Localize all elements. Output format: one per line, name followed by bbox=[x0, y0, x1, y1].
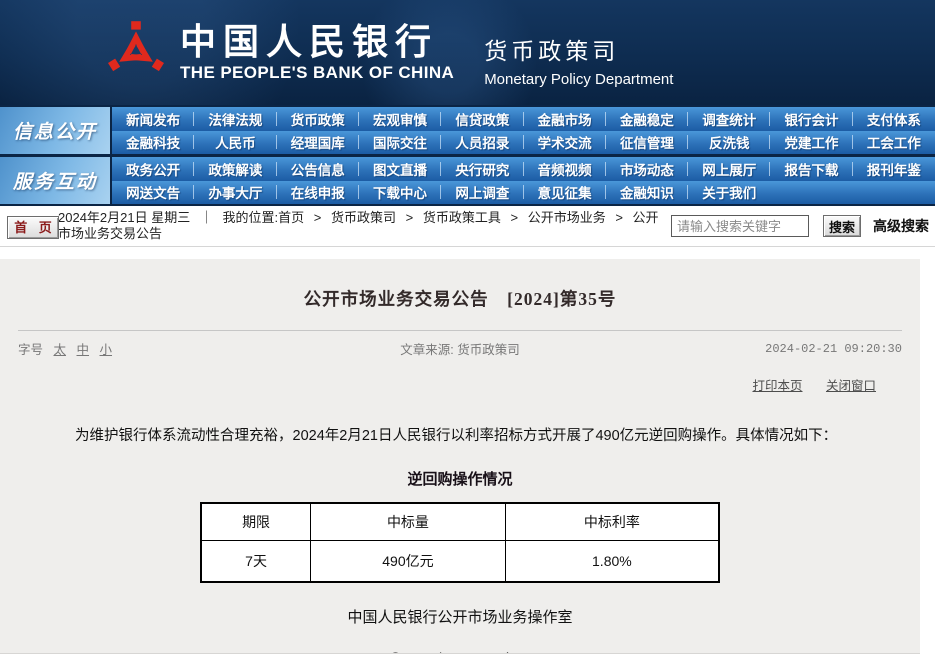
col-header-volume: 中标量 bbox=[310, 502, 506, 541]
nav-row: 金融科技 人民币 经理国库 国际交往 人员招录 学术交流 征信管理 反洗钱 党建… bbox=[112, 130, 935, 155]
home-button[interactable]: 首 页 bbox=[7, 216, 59, 239]
nav-item-feedback[interactable]: 意见征集 bbox=[524, 181, 607, 205]
nav-item-credit-reporting[interactable]: 征信管理 bbox=[606, 131, 689, 155]
nav-row: 政务公开 政策解读 公告信息 图文直播 央行研究 音频视频 市场动态 网上展厅 … bbox=[112, 157, 935, 181]
nav-item-macroprudential[interactable]: 宏观审慎 bbox=[359, 107, 442, 131]
page-title: 公开市场业务交易公告 [2024]第35号 bbox=[303, 289, 617, 309]
breadcrumb-bar: 首 页 2024年2月21日 星期三 ｜ 我的位置:首页 > 货币政策司 > 货… bbox=[0, 210, 935, 247]
font-size-medium-link[interactable]: 中 bbox=[77, 343, 90, 357]
breadcrumb-link-dept[interactable]: 货币政策司 bbox=[331, 210, 396, 225]
font-size-small-link[interactable]: 小 bbox=[100, 343, 113, 357]
nav-item-online-gallery[interactable]: 网上展厅 bbox=[688, 157, 771, 181]
nav-item-party-building[interactable]: 党建工作 bbox=[770, 131, 853, 155]
current-date: 2024年2月21日 星期三 bbox=[58, 210, 191, 225]
cell-rate: 1.80% bbox=[504, 539, 720, 583]
nav-item-labor-union[interactable]: 工会工作 bbox=[853, 131, 935, 155]
breadcrumb: 2024年2月21日 星期三 ｜ 我的位置:首页 > 货币政策司 > 货币政策工… bbox=[58, 210, 667, 242]
breadcrumb-separator: > bbox=[510, 210, 519, 225]
nav-item-report-download[interactable]: 报告下载 bbox=[770, 157, 853, 181]
nav-band-services: 服务互动 政务公开 政策解读 公告信息 图文直播 央行研究 音频视频 市场动态 … bbox=[0, 157, 935, 204]
nav-item-announcements[interactable]: 公告信息 bbox=[277, 157, 360, 181]
nav-item-financial-markets[interactable]: 金融市场 bbox=[524, 107, 607, 131]
page-body: 公开市场业务交易公告 [2024]第35号 字号 太 中 小 文章来源: 货币政… bbox=[0, 247, 935, 654]
article-source: 文章来源: 货币政策司 bbox=[400, 343, 520, 357]
search-button[interactable]: 搜索 bbox=[823, 215, 861, 237]
article-actions: 打印本页 关闭窗口 bbox=[0, 375, 876, 394]
print-page-link[interactable]: 打印本页 bbox=[752, 379, 802, 393]
nav-item-document-delivery[interactable]: 网送文告 bbox=[112, 181, 195, 205]
cell-term: 7天 bbox=[200, 539, 312, 583]
nav-item-download-center[interactable]: 下载中心 bbox=[359, 181, 442, 205]
divider: ｜ bbox=[199, 210, 213, 225]
nav-item-laws[interactable]: 法律法规 bbox=[194, 107, 277, 131]
department-name-en: Monetary Policy Department bbox=[484, 70, 674, 88]
breadcrumb-link-tools[interactable]: 货币政策工具 bbox=[423, 210, 501, 225]
nav-item-gov-affairs[interactable]: 政务公开 bbox=[112, 157, 195, 181]
breadcrumb-separator: > bbox=[313, 210, 322, 225]
font-size-large-link[interactable]: 太 bbox=[54, 343, 67, 357]
divider bbox=[18, 330, 902, 331]
article-datetime: 2024-02-21 09:20:30 bbox=[765, 341, 902, 356]
nav-item-anti-money-laundering[interactable]: 反洗钱 bbox=[688, 131, 771, 155]
nav-row: 新闻发布 法律法规 货币政策 宏观审慎 信贷政策 金融市场 金融稳定 调查统计 … bbox=[112, 107, 935, 131]
main-nav: 信息公开 新闻发布 法律法规 货币政策 宏观审慎 信贷政策 金融市场 金融稳定 … bbox=[0, 105, 935, 206]
nav-item-recruitment[interactable]: 人员招录 bbox=[441, 131, 524, 155]
nav-item-fintech[interactable]: 金融科技 bbox=[112, 131, 195, 155]
breadcrumb-location-label: 我的位置:首页 bbox=[222, 210, 305, 225]
nav-item-payment-system[interactable]: 支付体系 bbox=[853, 107, 935, 131]
nav-item-renminbi[interactable]: 人民币 bbox=[194, 131, 277, 155]
nav-item-research[interactable]: 央行研究 bbox=[441, 157, 524, 181]
close-window-link[interactable]: 关闭窗口 bbox=[826, 379, 876, 393]
advanced-search-link[interactable]: 高级搜索 bbox=[873, 216, 929, 236]
nav-row: 网送文告 办事大厅 在线申报 下载中心 网上调查 意见征集 金融知识 关于我们 bbox=[112, 180, 935, 205]
cell-volume: 490亿元 bbox=[310, 539, 506, 583]
pboc-logo-icon bbox=[104, 19, 168, 86]
site-banner: 中国人民银行 THE PEOPLE'S BANK OF CHINA 货币政策司 … bbox=[0, 0, 935, 105]
nav-item-about-us[interactable]: 关于我们 bbox=[688, 181, 770, 205]
col-header-term: 期限 bbox=[200, 502, 312, 541]
nav-item-market-trends[interactable]: 市场动态 bbox=[606, 157, 689, 181]
nav-item-service-hall[interactable]: 办事大厅 bbox=[194, 181, 277, 205]
nav-item-periodicals[interactable]: 报刊年鉴 bbox=[853, 157, 935, 181]
nav-item-financial-stability[interactable]: 金融稳定 bbox=[606, 107, 689, 131]
nav-item-online-survey[interactable]: 网上调查 bbox=[441, 181, 524, 205]
breadcrumb-link-open-market[interactable]: 公开市场业务 bbox=[528, 210, 606, 225]
nav-item-monetary-policy[interactable]: 货币政策 bbox=[277, 107, 360, 131]
nav-item-bank-accounting[interactable]: 银行会计 bbox=[770, 107, 853, 131]
nav-item-audio-video[interactable]: 音频视频 bbox=[524, 157, 607, 181]
department-name-cn: 货币政策司 bbox=[484, 37, 620, 64]
nav-section-services[interactable]: 服务互动 bbox=[0, 157, 110, 204]
nav-item-financial-knowledge[interactable]: 金融知识 bbox=[606, 181, 689, 205]
bank-name-en: THE PEOPLE'S BANK OF CHINA bbox=[180, 62, 455, 82]
article-meta: 字号 太 中 小 文章来源: 货币政策司 2024-02-21 09:20:30 bbox=[18, 339, 902, 358]
nav-item-online-filing[interactable]: 在线申报 bbox=[277, 181, 360, 205]
article-paragraph: 为维护银行体系流动性合理充裕，2024年2月21日人民银行以利率招标方式开展了4… bbox=[75, 428, 838, 444]
article-panel: 公开市场业务交易公告 [2024]第35号 字号 太 中 小 文章来源: 货币政… bbox=[0, 259, 920, 654]
font-size-label: 字号 bbox=[18, 343, 44, 357]
table-header-row: 期限 中标量 中标利率 bbox=[200, 502, 720, 541]
bank-name-cn: 中国人民银行 bbox=[180, 21, 439, 62]
nav-band-info-disclosure: 信息公开 新闻发布 法律法规 货币政策 宏观审慎 信贷政策 金融市场 金融稳定 … bbox=[0, 107, 935, 154]
nav-item-policy-interpretation[interactable]: 政策解读 bbox=[194, 157, 277, 181]
nav-item-credit-policy[interactable]: 信贷政策 bbox=[441, 107, 524, 131]
breadcrumb-separator: > bbox=[615, 210, 623, 225]
search-area: 搜索 高级搜索 bbox=[671, 215, 929, 237]
table-title: 逆回购操作情况 bbox=[407, 471, 513, 489]
search-input[interactable] bbox=[671, 215, 809, 237]
breadcrumb-separator: > bbox=[405, 210, 414, 225]
col-header-rate: 中标利率 bbox=[504, 502, 720, 541]
nav-item-international[interactable]: 国际交往 bbox=[359, 131, 442, 155]
nav-item-treasury[interactable]: 经理国库 bbox=[277, 131, 360, 155]
nav-section-info-disclosure[interactable]: 信息公开 bbox=[0, 107, 110, 154]
nav-item-live-broadcast[interactable]: 图文直播 bbox=[359, 157, 442, 181]
table-row: 7天 490亿元 1.80% bbox=[200, 539, 720, 583]
repo-operation-table: 期限 中标量 中标利率 7天 490亿元 1.80% bbox=[200, 502, 720, 584]
nav-item-statistics[interactable]: 调查统计 bbox=[688, 107, 771, 131]
nav-item-academic[interactable]: 学术交流 bbox=[524, 131, 607, 155]
signature: 中国人民银行公开市场业务操作室 bbox=[347, 609, 573, 627]
nav-item-news[interactable]: 新闻发布 bbox=[112, 107, 195, 131]
